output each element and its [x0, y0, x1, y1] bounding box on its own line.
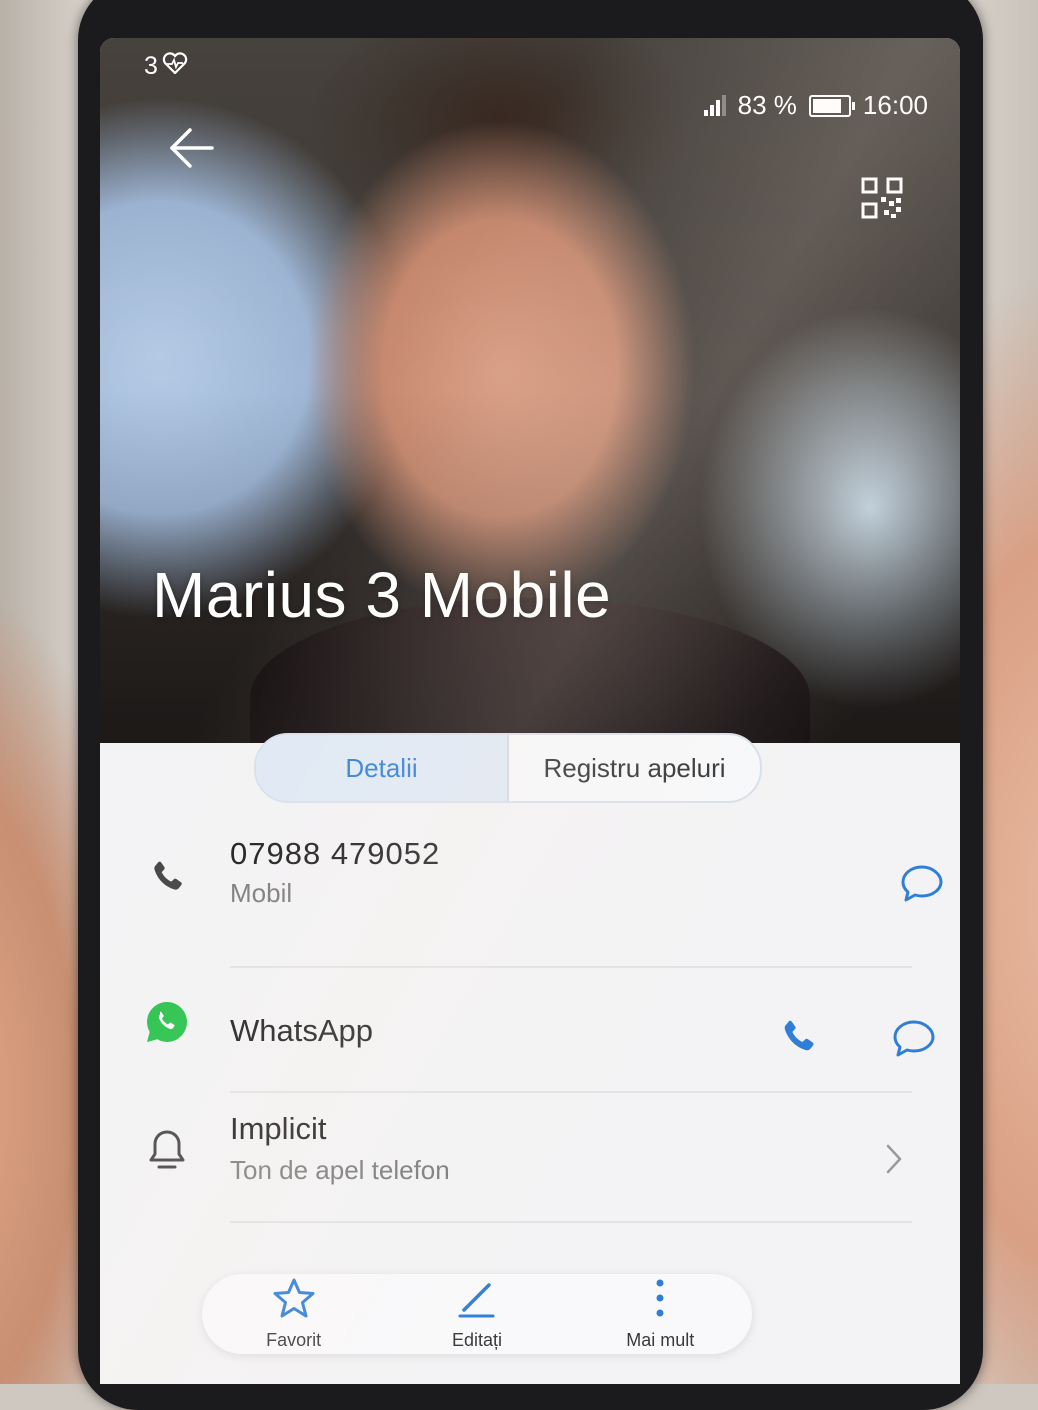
detail-tabs: Detalii Registru apeluri: [254, 733, 762, 803]
contact-name: Marius 3 Mobile: [152, 559, 612, 631]
ringtone-subtitle: Ton de apel telefon: [230, 1155, 450, 1185]
whatsapp-label: WhatsApp: [230, 1013, 374, 1048]
message-bubble-icon: [892, 1019, 936, 1064]
whatsapp-icon: [142, 997, 192, 1047]
edit-button[interactable]: Editați: [402, 1277, 552, 1351]
message-bubble-icon: [900, 864, 944, 909]
ringtone-row[interactable]: Implicit Ton de apel telefon: [100, 1093, 960, 1223]
status-bar-right: 83 % 16:00: [703, 90, 928, 121]
phone-icon: [778, 1017, 818, 1062]
status-bar-left: 3: [144, 52, 188, 81]
star-icon: [272, 1277, 316, 1324]
battery-percent: 83 %: [737, 90, 797, 120]
phone-type: Mobil: [230, 878, 293, 908]
notification-count: 3: [144, 52, 158, 80]
arrow-left-icon: [168, 127, 216, 174]
pencil-icon: [455, 1277, 499, 1324]
tab-call-log[interactable]: Registru apeluri: [509, 735, 760, 801]
phone-number: 07988 479052: [230, 836, 441, 871]
bottom-action-bar: Favorit Editați Mai mult: [202, 1274, 752, 1354]
battery-icon: [808, 94, 855, 117]
favorite-button[interactable]: Favorit: [219, 1277, 369, 1351]
row-divider: [230, 1221, 912, 1223]
back-button[interactable]: [162, 120, 222, 180]
more-label: Mai mult: [626, 1330, 695, 1350]
more-button[interactable]: Mai mult: [585, 1277, 735, 1351]
clock: 16:00: [862, 90, 928, 120]
bell-icon: [142, 1125, 192, 1175]
tab-details[interactable]: Detalii: [256, 735, 509, 801]
qr-code-button[interactable]: [854, 172, 910, 228]
ringtone-title: Implicit: [230, 1111, 327, 1146]
chevron-right-icon: [866, 1131, 922, 1187]
favorite-label: Favorit: [266, 1330, 322, 1350]
signal-strength-icon: [703, 94, 726, 116]
contact-details-screen: 3 83 % 16:00 Marius 3 Mobile Detalii Reg…: [100, 38, 960, 1384]
whatsapp-message-button[interactable]: [886, 1013, 942, 1069]
row-divider: [230, 966, 912, 968]
phone-icon: [142, 852, 192, 902]
contact-photo[interactable]: [100, 38, 960, 743]
phone-number-row[interactable]: 07988 479052 Mobil: [100, 828, 960, 968]
health-heart-icon: [162, 52, 188, 81]
edit-label: Editați: [451, 1330, 502, 1350]
qr-code-icon: [861, 177, 903, 224]
whatsapp-row[interactable]: WhatsApp: [100, 973, 960, 1093]
whatsapp-call-button[interactable]: [770, 1011, 826, 1067]
more-vertical-icon: [638, 1277, 682, 1324]
send-sms-button[interactable]: [894, 858, 950, 914]
photo-shade: [100, 38, 960, 743]
